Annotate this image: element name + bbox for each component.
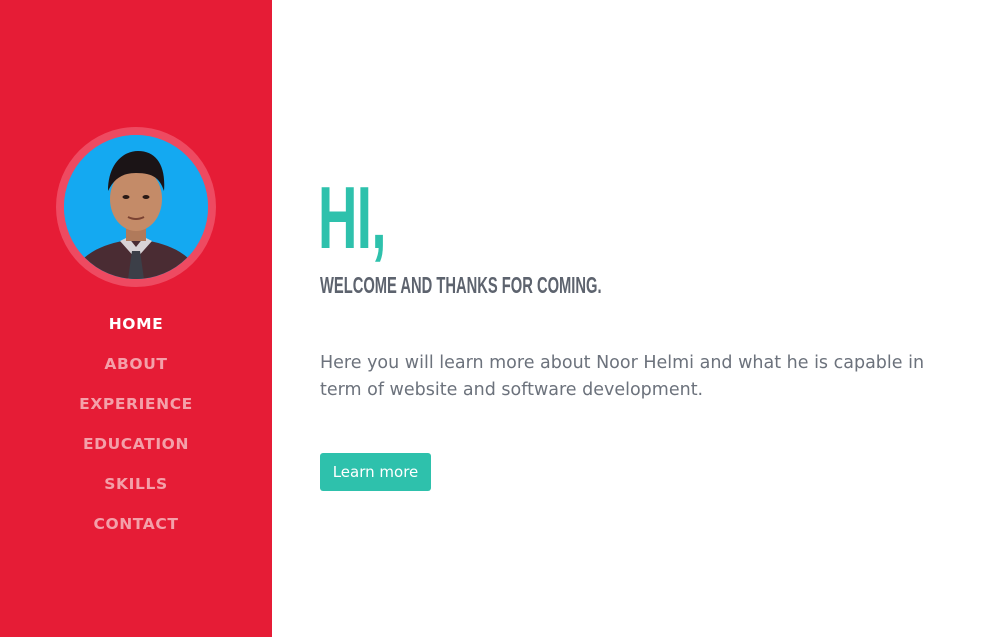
nav-item-education[interactable]: EDUCATION <box>0 424 272 464</box>
page: HOME ABOUT EXPERIENCE EDUCATION SKILLS C… <box>0 0 1006 637</box>
nav-item-contact[interactable]: CONTACT <box>0 504 272 544</box>
hero-subtitle: WELCOME AND THANKS FOR COMING. <box>320 272 602 298</box>
main-content: HI, WELCOME AND THANKS FOR COMING. Here … <box>318 0 970 637</box>
sidebar-nav: HOME ABOUT EXPERIENCE EDUCATION SKILLS C… <box>0 304 272 544</box>
sidebar: HOME ABOUT EXPERIENCE EDUCATION SKILLS C… <box>0 0 272 637</box>
nav-item-about[interactable]: ABOUT <box>0 344 272 384</box>
avatar <box>64 135 208 279</box>
nav-item-home[interactable]: HOME <box>0 304 272 344</box>
hero-greeting: HI, <box>318 168 386 267</box>
hero-intro-text: Here you will learn more about Noor Helm… <box>320 353 925 400</box>
avatar-portrait-image <box>64 135 208 279</box>
avatar-ring <box>56 127 216 287</box>
nav-item-experience[interactable]: EXPERIENCE <box>0 384 272 424</box>
nav-item-skills[interactable]: SKILLS <box>0 464 272 504</box>
learn-more-button[interactable]: Learn more <box>320 453 431 491</box>
